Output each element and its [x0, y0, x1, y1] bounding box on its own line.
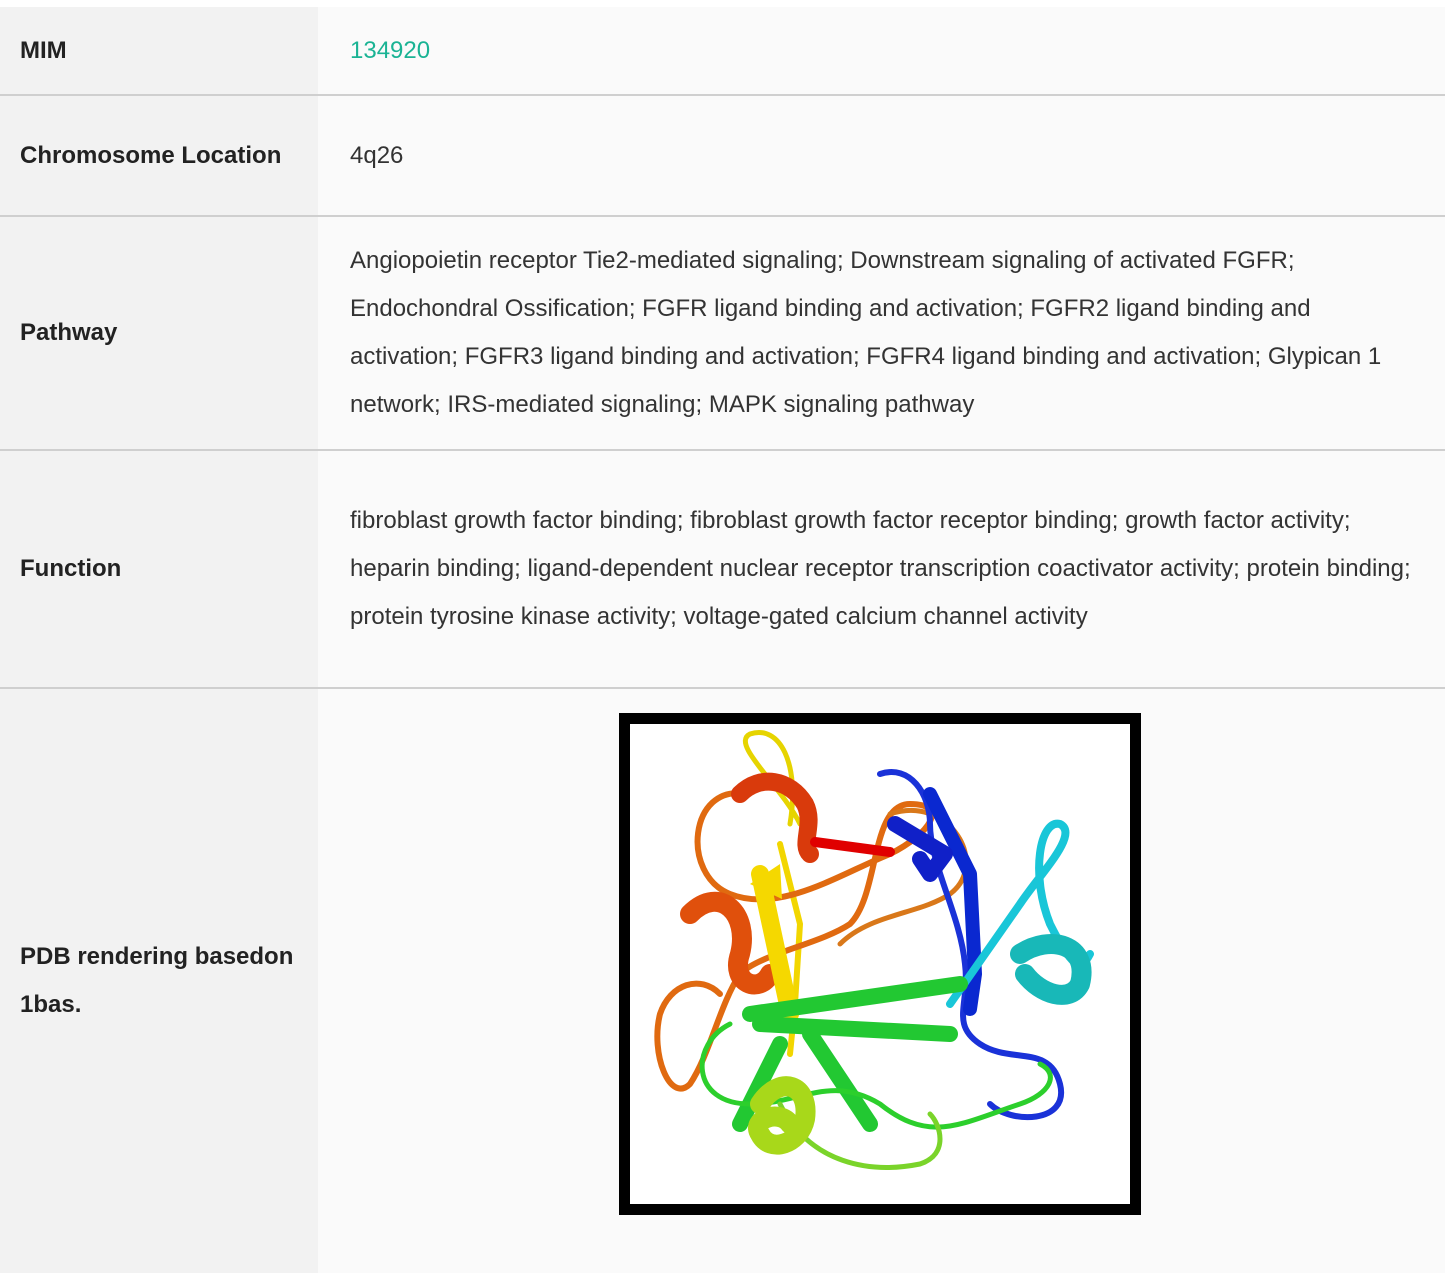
pdb-image-frame [618, 713, 1141, 1215]
row-chromosome-location: Chromosome Location 4q26 [0, 96, 1445, 217]
protein-ribbon-structure-image [653, 730, 1094, 1170]
chromosome-location-value: 4q26 [318, 96, 1445, 215]
pdb-image-cell [318, 689, 1445, 1273]
mim-value-cell: 134920 [318, 7, 1445, 94]
row-mim: MIM 134920 [0, 7, 1445, 96]
function-value: fibroblast growth factor binding; fibrob… [318, 451, 1445, 687]
pathway-value: Angiopoietin receptor Tie2-mediated sign… [318, 217, 1445, 449]
row-pdb-rendering: PDB rendering basedon 1bas. [0, 689, 1445, 1273]
mim-link[interactable]: 134920 [350, 27, 430, 75]
pdb-rendering-label: PDB rendering basedon 1bas. [0, 689, 318, 1273]
gene-info-table: MIM 134920 Chromosome Location 4q26 Path… [0, 7, 1445, 1273]
chromosome-location-label: Chromosome Location [0, 96, 318, 215]
row-pathway: Pathway Angiopoietin receptor Tie2-media… [0, 217, 1445, 451]
pathway-label: Pathway [0, 217, 318, 449]
function-label: Function [0, 451, 318, 687]
mim-label: MIM [0, 7, 318, 94]
row-function: Function fibroblast growth factor bindin… [0, 451, 1445, 689]
